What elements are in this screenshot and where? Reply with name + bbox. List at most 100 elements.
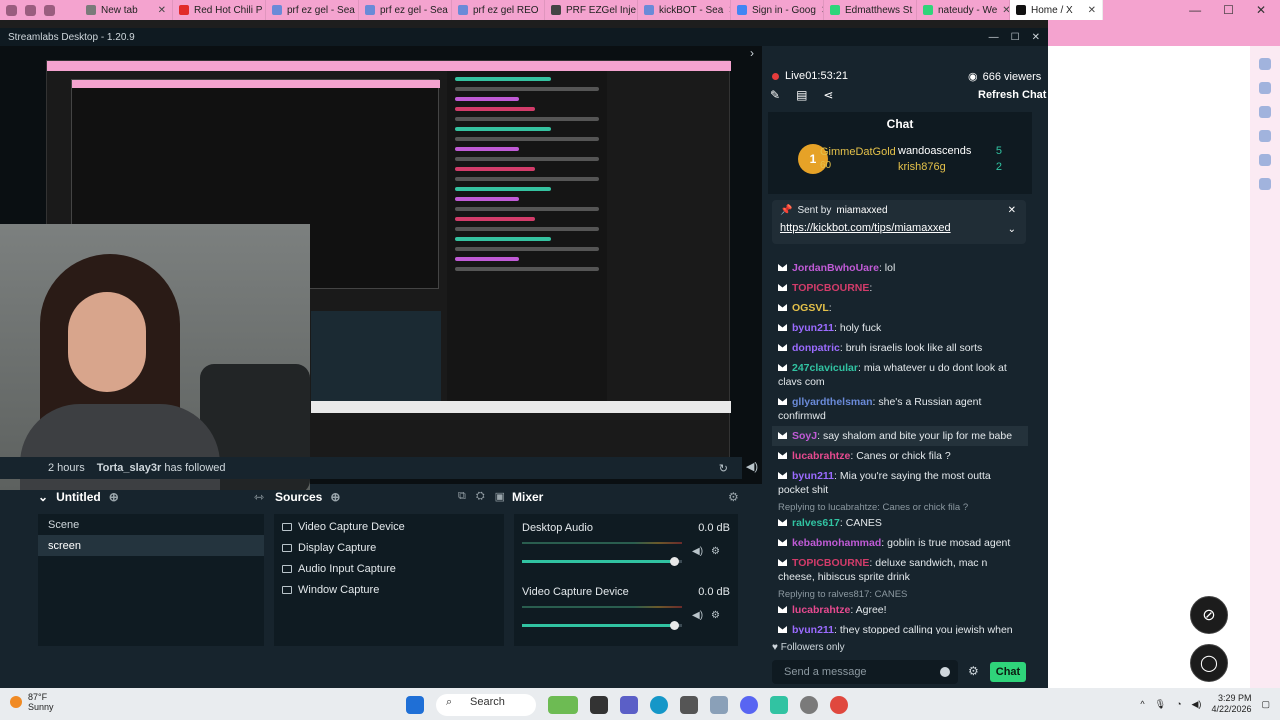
unpin-icon[interactable]: ✕ [1008,205,1016,216]
browser-tab[interactable]: Home / X ✕ [1010,0,1103,20]
discord-icon[interactable] [740,696,758,714]
mic-icon[interactable]: 🎙 [1155,699,1166,710]
weather-widget[interactable]: 87°F Sunny [10,692,54,712]
add-source-icon[interactable]: ⊕ [330,490,340,504]
chat-username[interactable]: TOPICBOURNE [792,282,869,294]
chat-message[interactable]: OGSVL: [772,298,1028,318]
chat-message[interactable]: gllyardthelsman: she's a Russian agent c… [772,392,1028,426]
leader-second-name[interactable]: wandoascends [898,145,971,157]
scene-item[interactable]: Scene [38,514,264,535]
mute-icon[interactable]: ◀) [692,546,703,557]
chat-message[interactable]: byun211: holy fuck [772,318,1028,338]
sidebar-app-icon[interactable] [1259,154,1271,166]
sidebar-app-icon[interactable] [1259,130,1271,142]
chat-username[interactable]: TOPICBOURNE [792,557,869,569]
scene-collection-title[interactable]: Untitled [56,490,101,504]
sidebar-app-icon[interactable] [1259,106,1271,118]
settings-icon[interactable] [800,696,818,714]
chat-username[interactable]: 247clavicular [792,362,858,374]
volume-slider[interactable] [522,621,682,630]
chat-message[interactable]: byun211: they stopped calling you jewish… [772,620,1028,634]
volume-slider[interactable] [522,557,682,566]
chat-message[interactable]: TOPICBOURNE: deluxe sandwich, mac n chee… [772,553,1028,587]
chat-app-icon[interactable] [620,696,638,714]
source-item[interactable]: Window Capture [274,579,504,600]
chevron-up-icon[interactable]: ^ [1140,699,1144,709]
pinned-user[interactable]: miamaxxed [836,205,887,216]
chat-message[interactable]: kebabmohammad: goblin is true mosad agen… [772,533,1028,553]
chat-message[interactable]: donpatric: bruh israelis look like all s… [772,338,1028,358]
leader-third-name[interactable]: krish876g [898,161,946,173]
chat-settings-icon[interactable]: ⚙ [968,664,979,678]
source-group-icon[interactable]: ⧉ [458,490,466,503]
hide-overlay-icon[interactable]: ⊘ [1190,596,1228,634]
chat-username[interactable]: byun211 [792,470,834,482]
tab-close-icon[interactable]: ✕ [158,5,166,16]
channel-settings-icon[interactable]: ⚙ [711,546,720,557]
sidebar-app-icon[interactable] [1259,178,1271,190]
chat-message[interactable]: lucabrahtze: Agree! [772,600,1028,620]
chat-username[interactable]: byun211 [792,624,834,634]
task-view-icon[interactable] [590,696,608,714]
chat-messages[interactable]: JordanBwhoUare: lol TOPICBOURNE: OGSVL: b… [772,258,1028,634]
profile-icon[interactable] [6,4,17,16]
chat-message[interactable]: TOPICBOURNE: [772,278,1028,298]
chat-message[interactable]: JordanBwhoUare: lol [772,258,1028,278]
pinned-link[interactable]: https://kickbot.com/tips/miamaxxed [780,222,951,234]
minimize-icon[interactable]: — [989,32,999,43]
add-scene-icon[interactable]: ⊕ [109,490,119,504]
edge-icon[interactable] [650,696,668,714]
collapse-chat-icon[interactable]: › [750,46,754,60]
mute-icon[interactable]: ◀) [692,610,703,621]
taskbar-search[interactable]: ⌕ Search [436,694,536,716]
speaker-icon[interactable]: ◀) [1192,699,1202,710]
chat-message[interactable]: SoyJ: say shalom and bite your lip for m… [772,426,1028,446]
chat-username[interactable]: OGSVL [792,302,829,314]
scene-item[interactable]: screen [38,535,264,556]
chat-username[interactable]: ralves617 [792,517,840,529]
mail-icon[interactable] [710,696,728,714]
tab-close-icon[interactable]: ✕ [1002,5,1009,16]
notification-icon[interactable]: ▢ [1261,699,1270,710]
chat-username[interactable]: lucabrahtze [792,604,850,616]
source-item[interactable]: Video Capture Device [274,516,504,537]
sidebar-app-icon[interactable] [1259,82,1271,94]
minimize-icon[interactable]: — [1189,3,1201,17]
slider-handle[interactable] [670,557,679,566]
browser-tab[interactable]: Sign in - Goog ✕ [731,0,824,20]
streamlabs-icon[interactable] [770,696,788,714]
chat-message[interactable]: 247clavicular: mia whatever u do dont lo… [772,358,1028,392]
close-icon[interactable]: ✕ [1032,32,1040,43]
slider-handle[interactable] [670,621,679,630]
sidebar-app-icon[interactable] [1259,58,1271,70]
chat-username[interactable]: byun211 [792,322,834,334]
close-icon[interactable]: ✕ [1256,3,1266,17]
chat-message[interactable]: ralves617: CANES [772,513,1028,533]
browser-tab[interactable]: Edmatthews St ✕ [824,0,917,20]
browser-tab[interactable]: nateudy - We ✕ [917,0,1010,20]
chat-username[interactable]: SoyJ [792,430,817,442]
dashboard-icon[interactable]: ▤ [796,88,807,102]
source-item[interactable]: Audio Input Capture [274,558,504,579]
browser-tab[interactable]: PRF EZGel Inje ✕ [545,0,638,20]
chat-username[interactable]: donpatric [792,342,840,354]
refresh-chat-button[interactable]: Refresh Chat [978,89,1046,101]
source-folder-icon[interactable]: ▣ [495,490,505,503]
chat-send-button[interactable]: Chat [990,662,1026,682]
source-item[interactable]: Display Capture [274,537,504,558]
chevron-down-icon[interactable]: ⌄ [1008,224,1016,235]
tab-actions-icon[interactable] [44,4,55,16]
browser-tab[interactable]: Red Hot Chili P ✕ [173,0,266,20]
chat-message[interactable]: lucabrahtze: Canes or chick fila ? [772,446,1028,466]
wifi-icon[interactable]: ◔ [1176,699,1181,709]
leader-first-name[interactable]: GimmeDatGold [820,146,896,158]
chat-bubble-icon[interactable]: ◯ [1190,644,1228,682]
chrome-icon[interactable] [830,696,848,714]
chat-username[interactable]: JordanBwhoUare [792,262,879,274]
refresh-icon[interactable]: ↻ [719,462,742,475]
chat-username[interactable]: lucabrahtze [792,450,850,462]
widgets-icon[interactable] [548,696,578,714]
chat-username[interactable]: gllyardthelsman [792,396,873,408]
browser-tab[interactable]: New tab ✕ [80,0,173,20]
share-icon[interactable]: ⋖ [823,88,833,102]
